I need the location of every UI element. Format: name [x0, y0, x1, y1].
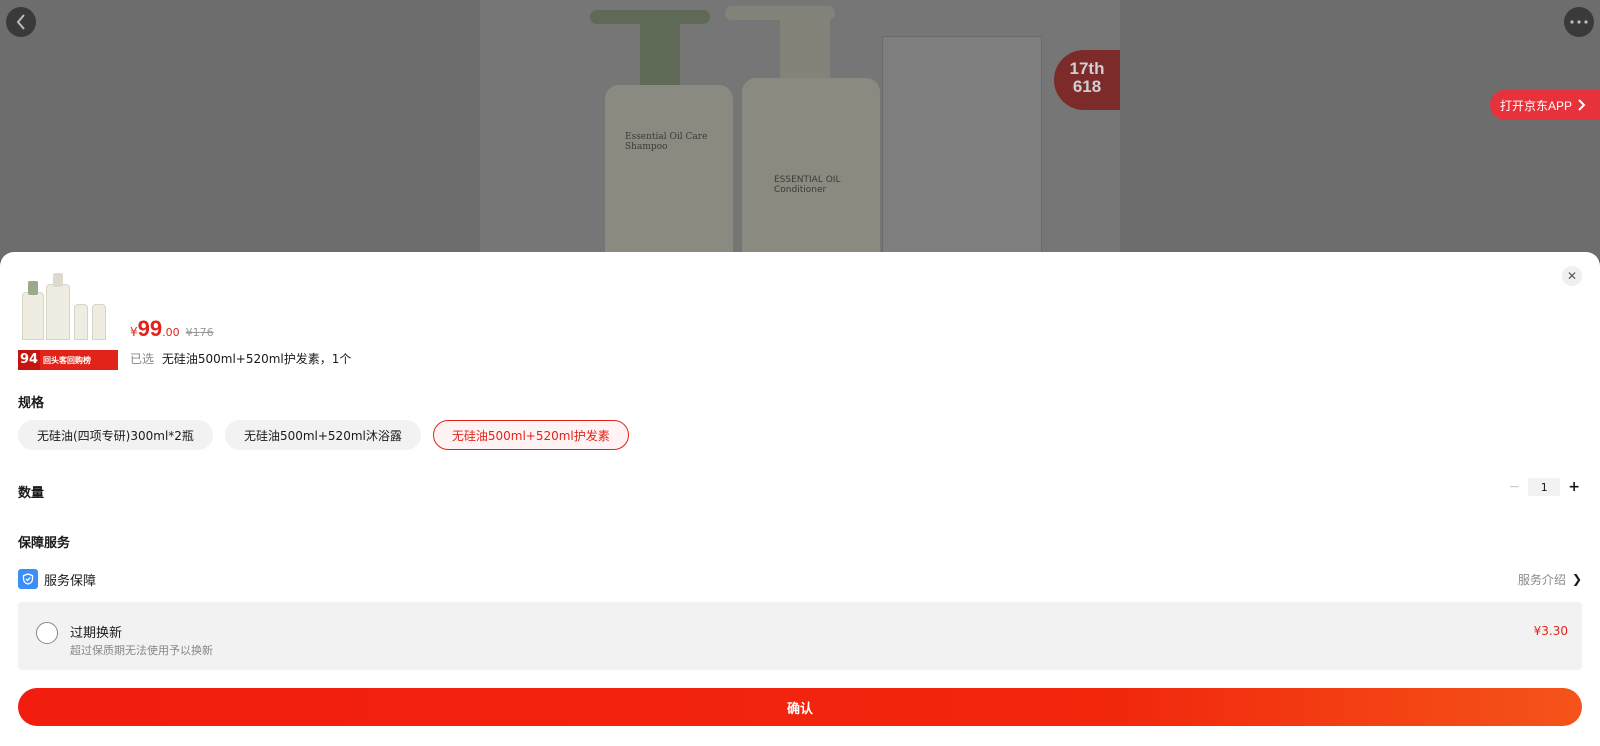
service-row-label: 服务保障: [44, 573, 97, 589]
badge-top-text: 17th: [1069, 59, 1105, 78]
decrease-quantity-button[interactable]: −: [1509, 479, 1521, 495]
shield-icon: [18, 569, 38, 589]
product-thumbnail[interactable]: 94 回头客回购榜: [18, 270, 118, 370]
conditioner-pump: [780, 12, 830, 78]
original-price: ¥176: [185, 326, 214, 339]
quantity-section-title: 数量: [18, 486, 45, 501]
spec-option-1[interactable]: 无硅油(四项专研)300ml*2瓶: [18, 420, 213, 450]
service-intro-label: 服务介绍: [1517, 572, 1566, 587]
service-option-card[interactable]: 过期换新 超过保质期无法使用予以换新 ¥3.30: [18, 602, 1582, 670]
price-row: ¥ 99 .00 ¥176: [130, 316, 214, 342]
conditioner-bottle: ESSENTIAL OIL Conditioner: [742, 78, 880, 260]
service-radio-button[interactable]: [36, 622, 58, 644]
chevron-left-icon: [16, 14, 25, 30]
open-app-label: 打开京东APP: [1500, 98, 1573, 113]
service-option-price: ¥3.30: [1533, 624, 1568, 638]
close-button[interactable]: ✕: [1562, 266, 1582, 286]
anniversary-618-badge: 17th 618: [1054, 50, 1120, 110]
open-jd-app-button[interactable]: 打开京东APP: [1490, 90, 1600, 120]
price-decimal: .00: [162, 326, 180, 339]
more-button[interactable]: [1564, 7, 1594, 37]
back-button[interactable]: [6, 7, 36, 37]
rank-number: 94: [18, 350, 40, 370]
shampoo-bottle: Essential Oil Care Shampoo: [605, 85, 733, 260]
service-option-desc: 超过保质期无法使用予以换新: [70, 644, 213, 657]
service-label-group: 服务保障: [18, 569, 96, 589]
more-dots-icon: [1570, 20, 1588, 24]
sample-sachets: [882, 36, 1042, 260]
conditioner-label: ESSENTIAL OIL Conditioner: [774, 175, 841, 195]
currency-symbol: ¥: [130, 325, 138, 339]
thumb-tube-2: [92, 304, 106, 340]
close-icon: ✕: [1566, 269, 1578, 283]
ranking-banner: 94 回头客回购榜: [18, 350, 118, 370]
sku-selection-sheet: ✕ 94 回头客回购榜 ¥ 99 .00 ¥176 已选 无硅油500ml+52…: [0, 252, 1600, 746]
badge-bottom-text: 618: [1072, 77, 1102, 96]
service-header-row: 服务保障 服务介绍 ❯: [18, 568, 1582, 590]
confirm-button[interactable]: 确认: [18, 688, 1582, 726]
selected-summary: 已选 无硅油500ml+520ml护发素，1个: [130, 350, 351, 367]
service-section-title: 保障服务: [18, 536, 71, 551]
quantity-input[interactable]: 1: [1528, 478, 1561, 496]
spec-option-3[interactable]: 无硅油500ml+520ml护发素: [432, 420, 629, 450]
increase-quantity-button[interactable]: +: [1568, 479, 1580, 495]
chevron-right-icon: ❯: [1571, 572, 1582, 586]
chevron-right-icon: [1578, 99, 1586, 111]
thumb-bottle-1: [22, 281, 44, 340]
service-option-name: 过期换新: [70, 626, 123, 641]
spec-option-2[interactable]: 无硅油500ml+520ml沐浴露: [224, 420, 421, 450]
thumb-tube-1: [74, 304, 88, 340]
shampoo-label: Essential Oil Care Shampoo: [625, 132, 708, 152]
quantity-stepper: − 1 +: [1509, 478, 1580, 496]
shampoo-pump: [640, 18, 680, 88]
selected-value: 无硅油500ml+520ml护发素，1个: [161, 352, 352, 366]
spec-options: 无硅油(四项专研)300ml*2瓶 无硅油500ml+520ml沐浴露 无硅油5…: [18, 420, 629, 450]
thumb-bottle-2: [46, 273, 70, 340]
price-integer: 99: [137, 316, 163, 341]
rank-text: 回头客回购榜: [43, 355, 91, 365]
service-intro-link[interactable]: 服务介绍 ❯: [1518, 571, 1582, 588]
spec-section-title: 规格: [18, 396, 45, 411]
selected-prefix: 已选: [130, 352, 155, 366]
